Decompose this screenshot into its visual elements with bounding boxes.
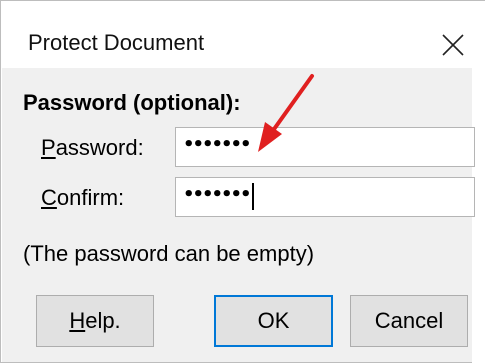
- dialog-title: Protect Document: [28, 30, 205, 55]
- ok-button-label: OK: [257, 308, 290, 333]
- help-button-mnemonic: H: [69, 308, 86, 333]
- confirm-label-mnemonic: C: [41, 185, 57, 210]
- password-label-mnemonic: P: [41, 135, 56, 160]
- cancel-button[interactable]: Cancel: [350, 295, 468, 347]
- empty-password-note: (The password can be empty): [23, 241, 315, 266]
- help-button-rest: elp.: [85, 308, 121, 333]
- password-label: Password:: [41, 135, 144, 161]
- cancel-button-label: Cancel: [374, 308, 444, 333]
- confirm-input[interactable]: •••••••: [175, 177, 475, 217]
- password-label-rest: assword:: [55, 135, 144, 160]
- password-masked-value: •••••••: [183, 134, 252, 155]
- close-icon[interactable]: [440, 32, 466, 58]
- password-section-heading: Password (optional):: [23, 90, 241, 115]
- dialog-window: Protect Document Password (optional): Pa…: [0, 0, 485, 364]
- confirm-label: Confirm:: [41, 185, 124, 211]
- ok-button[interactable]: OK: [214, 295, 333, 347]
- text-caret: [252, 183, 254, 210]
- password-input[interactable]: •••••••: [175, 127, 475, 167]
- confirm-label-rest: onfirm:: [56, 185, 125, 210]
- confirm-masked-value: •••••••: [183, 184, 252, 205]
- title-bar: Protect Document: [2, 2, 472, 68]
- help-button[interactable]: Help.: [36, 295, 154, 347]
